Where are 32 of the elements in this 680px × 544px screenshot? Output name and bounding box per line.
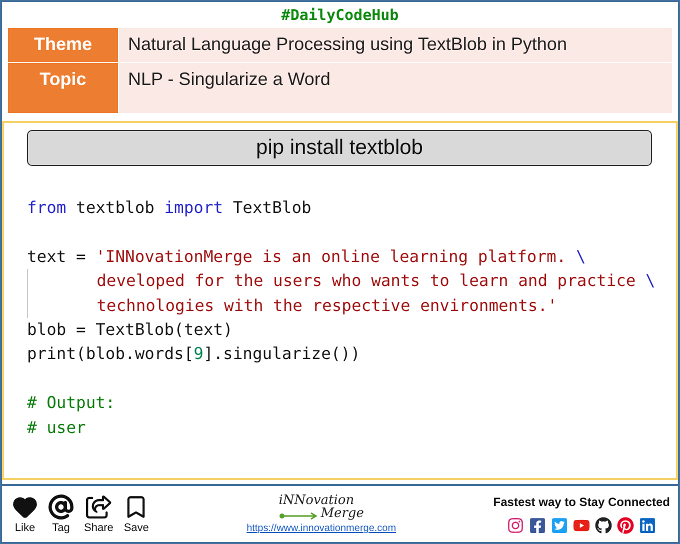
instagram-icon[interactable] xyxy=(507,516,524,534)
code-line: blob = TextBlob(text) xyxy=(27,318,234,341)
code-line: text = 'INNovationMerge is an online learning platform. \ xyxy=(27,246,587,268)
share-icon xyxy=(86,494,112,520)
code-line: developed for the users who wants to learn and practice \ xyxy=(27,269,672,294)
code-line: technologies with the respective environments.' xyxy=(27,294,672,318)
facebook-icon[interactable] xyxy=(529,516,546,534)
code-line: # user xyxy=(27,416,87,439)
save-button[interactable]: Save xyxy=(123,494,150,534)
code-line: # Output: xyxy=(27,392,116,414)
code-line: print(blob.words[9].singularize()) xyxy=(27,343,362,366)
github-icon[interactable] xyxy=(595,516,612,534)
at-sign-icon xyxy=(48,494,74,520)
row-label: Theme xyxy=(8,28,118,62)
page-title: #DailyCodeHub xyxy=(281,5,399,26)
row-label: Topic xyxy=(8,63,118,113)
linkedin-icon[interactable] xyxy=(639,516,656,534)
like-button[interactable]: Like xyxy=(12,494,38,534)
logo-text: Merge xyxy=(320,507,364,520)
tag-button[interactable]: Tag xyxy=(48,494,74,534)
row-value: Natural Language Processing using TextBlob in Python xyxy=(119,28,672,62)
arrow-icon xyxy=(278,512,319,520)
website-link[interactable]: https://www.innovationmerge.com xyxy=(246,523,396,534)
install-command: pip install textblob xyxy=(27,130,652,166)
share-button[interactable]: Share xyxy=(84,494,114,534)
logo-text: iNNovation xyxy=(278,494,354,507)
tagline: Fastest way to Stay Connected xyxy=(493,494,670,508)
row-value: NLP - Singularize a Word xyxy=(119,63,672,113)
heart-icon xyxy=(12,494,38,520)
pinterest-icon[interactable] xyxy=(617,516,634,534)
twitter-icon[interactable] xyxy=(551,516,568,534)
code-line: from textblob import TextBlob xyxy=(27,197,312,219)
